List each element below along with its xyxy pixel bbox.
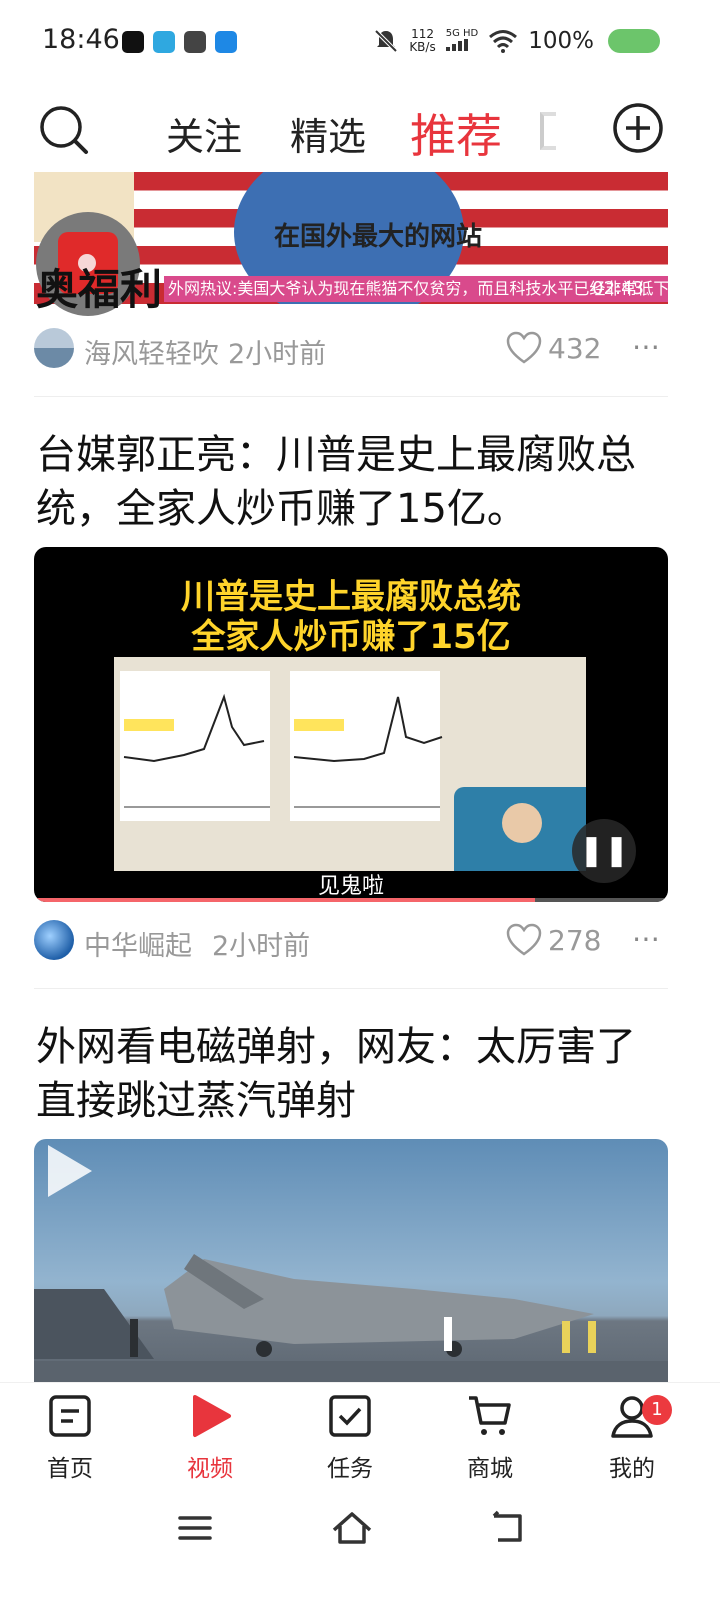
cart-icon — [469, 1396, 511, 1435]
avatar[interactable] — [34, 920, 74, 960]
author-name[interactable]: 中华崛起 — [84, 924, 192, 963]
heart-icon[interactable] — [506, 922, 542, 958]
bottom-nav: 首页 视频 任务 商城 我的 1 — [0, 1382, 720, 1486]
nav-label: 我的 — [609, 1456, 655, 1482]
home-doc-icon — [49, 1395, 91, 1437]
telegram-icon — [153, 31, 175, 53]
thumbnail-caption: 在国外最大的网站 — [274, 222, 483, 252]
system-nav-bar — [0, 1486, 720, 1608]
search-icon[interactable] — [38, 104, 90, 156]
divider — [34, 988, 668, 989]
mute-bell-icon — [374, 29, 398, 53]
status-time: 18:46 — [42, 24, 120, 55]
notification-badge: 1 — [642, 1395, 672, 1425]
wifi-icon — [489, 30, 518, 53]
avatar[interactable] — [34, 328, 74, 368]
video-title[interactable]: 外网看电磁弹射，网友：太厉害了直接跳过蒸汽弹射 — [36, 1020, 670, 1128]
tiktok-icon — [122, 31, 144, 53]
top-nav: 关注 精选 推荐 — [0, 96, 720, 166]
nav-label: 首页 — [47, 1456, 93, 1482]
nav-label: 视频 — [187, 1456, 233, 1482]
author-name[interactable]: 海风轻轻吹 — [84, 332, 219, 371]
video-duration: 02:43 — [592, 278, 644, 299]
post-time: 2小时前 — [212, 931, 311, 962]
task-check-icon — [329, 1395, 371, 1437]
link-app-icon — [184, 31, 206, 53]
post-time: 2小时前 — [228, 339, 327, 370]
nav-home[interactable]: 首页 — [20, 1393, 120, 1483]
divider — [34, 396, 668, 397]
nav-label: 任务 — [327, 1456, 373, 1482]
video-thumbnail[interactable] — [34, 1139, 668, 1382]
nav-video[interactable]: 视频 — [160, 1393, 260, 1483]
menu-icon[interactable] — [176, 1508, 214, 1548]
video-subtitle: 见鬼啦 — [317, 874, 384, 899]
net-speed: 112 KB/s — [409, 27, 436, 54]
battery-percent: 100% — [528, 28, 594, 54]
heart-icon[interactable] — [506, 330, 542, 366]
battery-icon — [608, 29, 660, 53]
status-bar: 18:46 112 KB/s 5G HD 100% — [0, 0, 720, 84]
signal-icon — [445, 39, 468, 51]
like-count: 278 — [548, 924, 602, 957]
add-channel-icon[interactable] — [612, 102, 664, 154]
more-icon[interactable]: ⋯ — [632, 330, 662, 363]
nav-tasks[interactable]: 任务 — [300, 1393, 400, 1483]
play-icon[interactable] — [34, 1139, 98, 1203]
blue-app-icon — [215, 31, 237, 53]
video-play-icon — [193, 1395, 231, 1437]
video-frame-image — [114, 657, 586, 871]
tab-featured[interactable]: 精选 — [290, 106, 366, 161]
video-player[interactable]: 川普是史上最腐败总统 全家人炒币赚了15亿 ❚❚ 见鬼啦 — [34, 547, 668, 902]
back-icon[interactable] — [488, 1508, 528, 1548]
video-progress[interactable] — [34, 898, 668, 902]
tab-recommended[interactable]: 推荐 — [410, 100, 502, 166]
home-icon[interactable] — [330, 1508, 374, 1548]
nav-label: 商城 — [467, 1456, 513, 1482]
video-meta: 海风轻轻吹 2小时前 432 ⋯ — [34, 326, 686, 370]
more-icon[interactable]: ⋯ — [632, 922, 662, 955]
nav-mall[interactable]: 商城 — [440, 1393, 540, 1483]
tab-follow[interactable]: 关注 — [166, 106, 242, 161]
video-feed: 在国外最大的网站 外网热议:美国大爷认为现在熊猫不仅贫穷，而且科技水平已经非常低… — [0, 172, 720, 1382]
welfare-label[interactable]: 奥福利 — [36, 256, 162, 317]
like-count: 432 — [548, 332, 602, 365]
notification-app-icons — [122, 31, 237, 53]
video-title[interactable]: 台媒郭正亮：川普是史上最腐败总统，全家人炒币赚了15亿。 — [36, 428, 670, 536]
network-type: 5G HD — [445, 28, 478, 54]
video-meta: 中华崛起 2小时前 278 ⋯ — [34, 918, 686, 962]
video-headline: 全家人炒币赚了15亿 — [191, 617, 511, 657]
tab-next-partial[interactable] — [540, 112, 556, 150]
